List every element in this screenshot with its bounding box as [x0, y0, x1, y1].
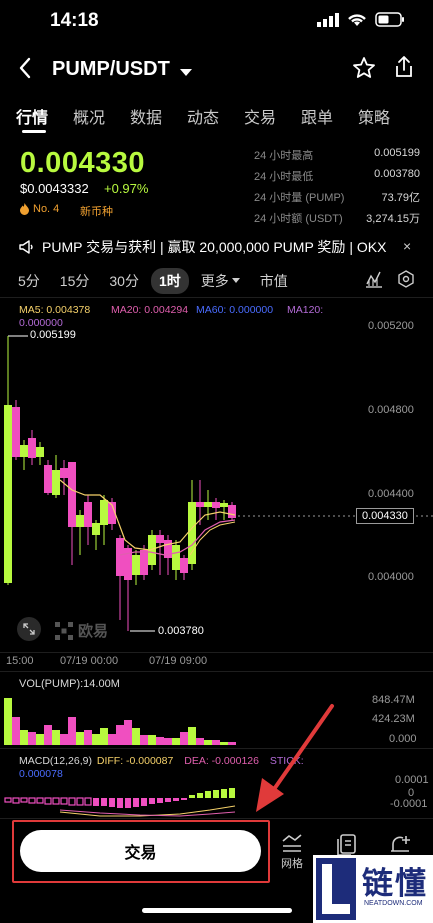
- x-tick-2: 07/19 00:00: [60, 655, 119, 667]
- market-value-tab[interactable]: 市值: [260, 271, 288, 291]
- fire-icon: [20, 203, 29, 215]
- caret-down-icon[interactable]: [180, 64, 192, 82]
- last-price-tag: 0.004330: [356, 508, 414, 524]
- battery-icon: [375, 12, 404, 27]
- high-price-label: 0.005199: [30, 329, 76, 341]
- tab-data[interactable]: 数据: [130, 104, 187, 128]
- grid-trading-button[interactable]: 网格: [281, 833, 303, 871]
- usd-price: $0.0043332: [20, 181, 89, 196]
- macd-tick-3: -0.0001: [390, 798, 428, 810]
- divider: [0, 297, 433, 298]
- pair-title[interactable]: PUMP/USDT: [52, 58, 170, 81]
- promo-banner[interactable]: PUMP 交易与获利 | 赢取 20,000,000 PUMP 奖励 | OKX: [18, 237, 386, 257]
- x-tick-1: 15:00: [6, 655, 34, 667]
- wifi-icon: [348, 13, 366, 26]
- stick-value: 0.000078: [19, 768, 63, 780]
- volume-label: VOL(PUMP):14.00M: [19, 678, 120, 690]
- share-icon[interactable]: [393, 55, 415, 84]
- new-coin-tag: 新币种: [80, 206, 113, 218]
- x-tick-3: 07/19 09:00: [149, 655, 208, 667]
- volume-chart: [4, 698, 236, 745]
- divider: [0, 818, 433, 819]
- status-time: 14:18: [50, 10, 99, 31]
- expand-icon[interactable]: [17, 617, 41, 641]
- tab-trade[interactable]: 交易: [244, 104, 301, 128]
- candlestick-chart[interactable]: [0, 330, 433, 650]
- signal-icon: [317, 12, 339, 27]
- caret-down-icon: [231, 278, 240, 283]
- interval-more[interactable]: 更多: [201, 271, 240, 291]
- home-indicator: [142, 908, 292, 913]
- tab-market[interactable]: 行情: [16, 104, 73, 128]
- stat-low: 24 小时最低 0.003780: [254, 168, 420, 183]
- ticker-stats: 24 小时最高 0.005199 24 小时最低 0.003780 24 小时量 (…: [254, 147, 420, 231]
- ma120-label: MA120:: [287, 304, 324, 316]
- ma60-label: MA60: 0.000000: [196, 304, 274, 316]
- star-icon[interactable]: [352, 56, 376, 85]
- interval-bar: 5分 15分 30分 1时 更多 市值: [18, 268, 308, 294]
- tab-bar: 行情 概况 数据 动态 交易 跟单 策略: [16, 104, 415, 128]
- watermark-l-shape: [316, 858, 356, 920]
- settings-icon[interactable]: [397, 270, 415, 293]
- watermark-subtext: NEATDOWN.COM: [364, 900, 423, 907]
- divider: [0, 748, 433, 749]
- okx-logo-icon: [55, 621, 73, 640]
- interval-5m[interactable]: 5分: [18, 271, 40, 291]
- grid-icon: [282, 834, 302, 852]
- interval-30m[interactable]: 30分: [109, 271, 139, 291]
- divider: [0, 652, 433, 653]
- megaphone-icon: [19, 240, 33, 254]
- tab-underline: [22, 130, 46, 133]
- tab-news[interactable]: 动态: [187, 104, 244, 128]
- promo-close-button[interactable]: ×: [403, 238, 411, 254]
- stat-volume: 24 小时量 (PUMP) 73.79亿: [254, 192, 420, 204]
- interval-15m[interactable]: 15分: [60, 271, 90, 291]
- back-icon[interactable]: [18, 54, 32, 86]
- annotation-arrow: [256, 704, 334, 812]
- tab-overview[interactable]: 概况: [73, 104, 130, 128]
- tab-strategy[interactable]: 策略: [358, 104, 415, 128]
- ma20-label: MA20: 0.004294: [111, 304, 189, 316]
- tab-copy[interactable]: 跟单: [301, 104, 358, 128]
- ma120-value: 0.000000: [19, 317, 63, 329]
- interval-1h[interactable]: 1时: [150, 268, 189, 294]
- macd-tick-1: 0.0001: [395, 774, 429, 786]
- okx-watermark: 欧易: [55, 620, 108, 641]
- last-price: 0.004330: [20, 147, 145, 179]
- annotation-highlight-box: [12, 820, 270, 883]
- status-icons: [317, 12, 405, 27]
- price-change: +0.97%: [104, 181, 149, 196]
- indicator-icon[interactable]: [365, 270, 383, 293]
- low-price-label: 0.003780: [158, 625, 204, 637]
- divider: [0, 671, 433, 672]
- watermark-text: 链懂: [362, 866, 428, 901]
- candles: [4, 336, 236, 631]
- rank-text: No. 4: [33, 203, 60, 215]
- stat-turnover: 24 小时额 (USDT) 3,274.15万: [254, 213, 420, 225]
- stat-high: 24 小时最高 0.005199: [254, 147, 420, 162]
- ma5-label: MA5: 0.004378: [19, 304, 91, 316]
- promo-text: PUMP 交易与获利 | 赢取 20,000,000 PUMP 奖励 | OKX: [42, 239, 387, 255]
- rank-badge: No. 4: [20, 203, 59, 215]
